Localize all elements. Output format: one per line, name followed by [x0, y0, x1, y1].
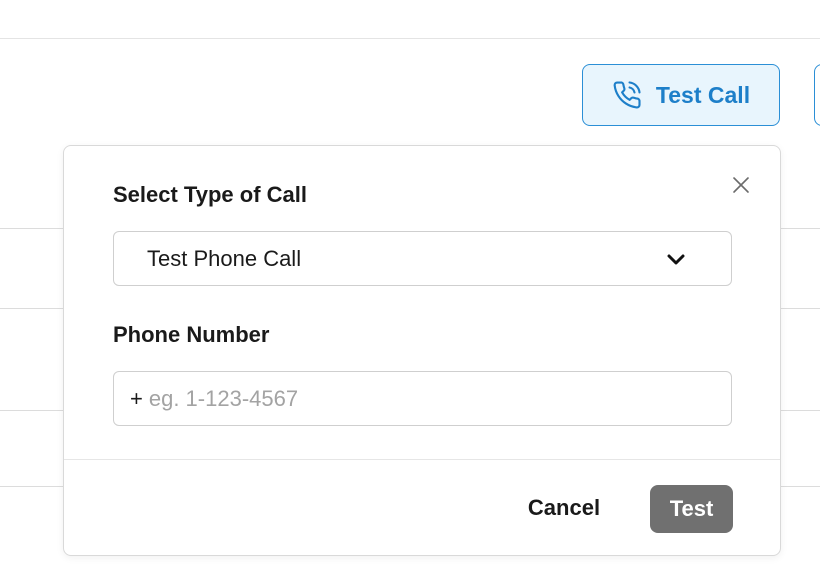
page: Test Call Select Type of Call Test Phone…: [0, 0, 820, 580]
phone-number-label: Phone Number: [113, 322, 270, 347]
call-type-select[interactable]: Test Phone Call: [113, 231, 732, 286]
close-icon: [732, 176, 750, 199]
call-type-selected-value: Test Phone Call: [147, 245, 302, 271]
test-call-label: Test Call: [655, 81, 751, 108]
toolbar-button-partial[interactable]: [814, 64, 820, 126]
cancel-button[interactable]: Cancel: [504, 484, 624, 532]
phone-number-input[interactable]: [148, 385, 709, 412]
call-type-label: Select Type of Call: [113, 182, 307, 207]
dialog-footer-divider: [64, 459, 780, 460]
chevron-down-icon: [665, 248, 687, 270]
phone-number-field[interactable]: +: [113, 371, 732, 426]
close-button[interactable]: [730, 176, 752, 198]
test-call-dialog: Select Type of Call Test Phone Call Phon…: [63, 145, 781, 556]
phone-prefix: +: [130, 385, 143, 411]
phone-ringing-icon: [612, 80, 642, 110]
top-divider: [0, 38, 820, 39]
test-button[interactable]: Test: [650, 485, 733, 533]
test-call-button[interactable]: Test Call: [582, 64, 780, 126]
